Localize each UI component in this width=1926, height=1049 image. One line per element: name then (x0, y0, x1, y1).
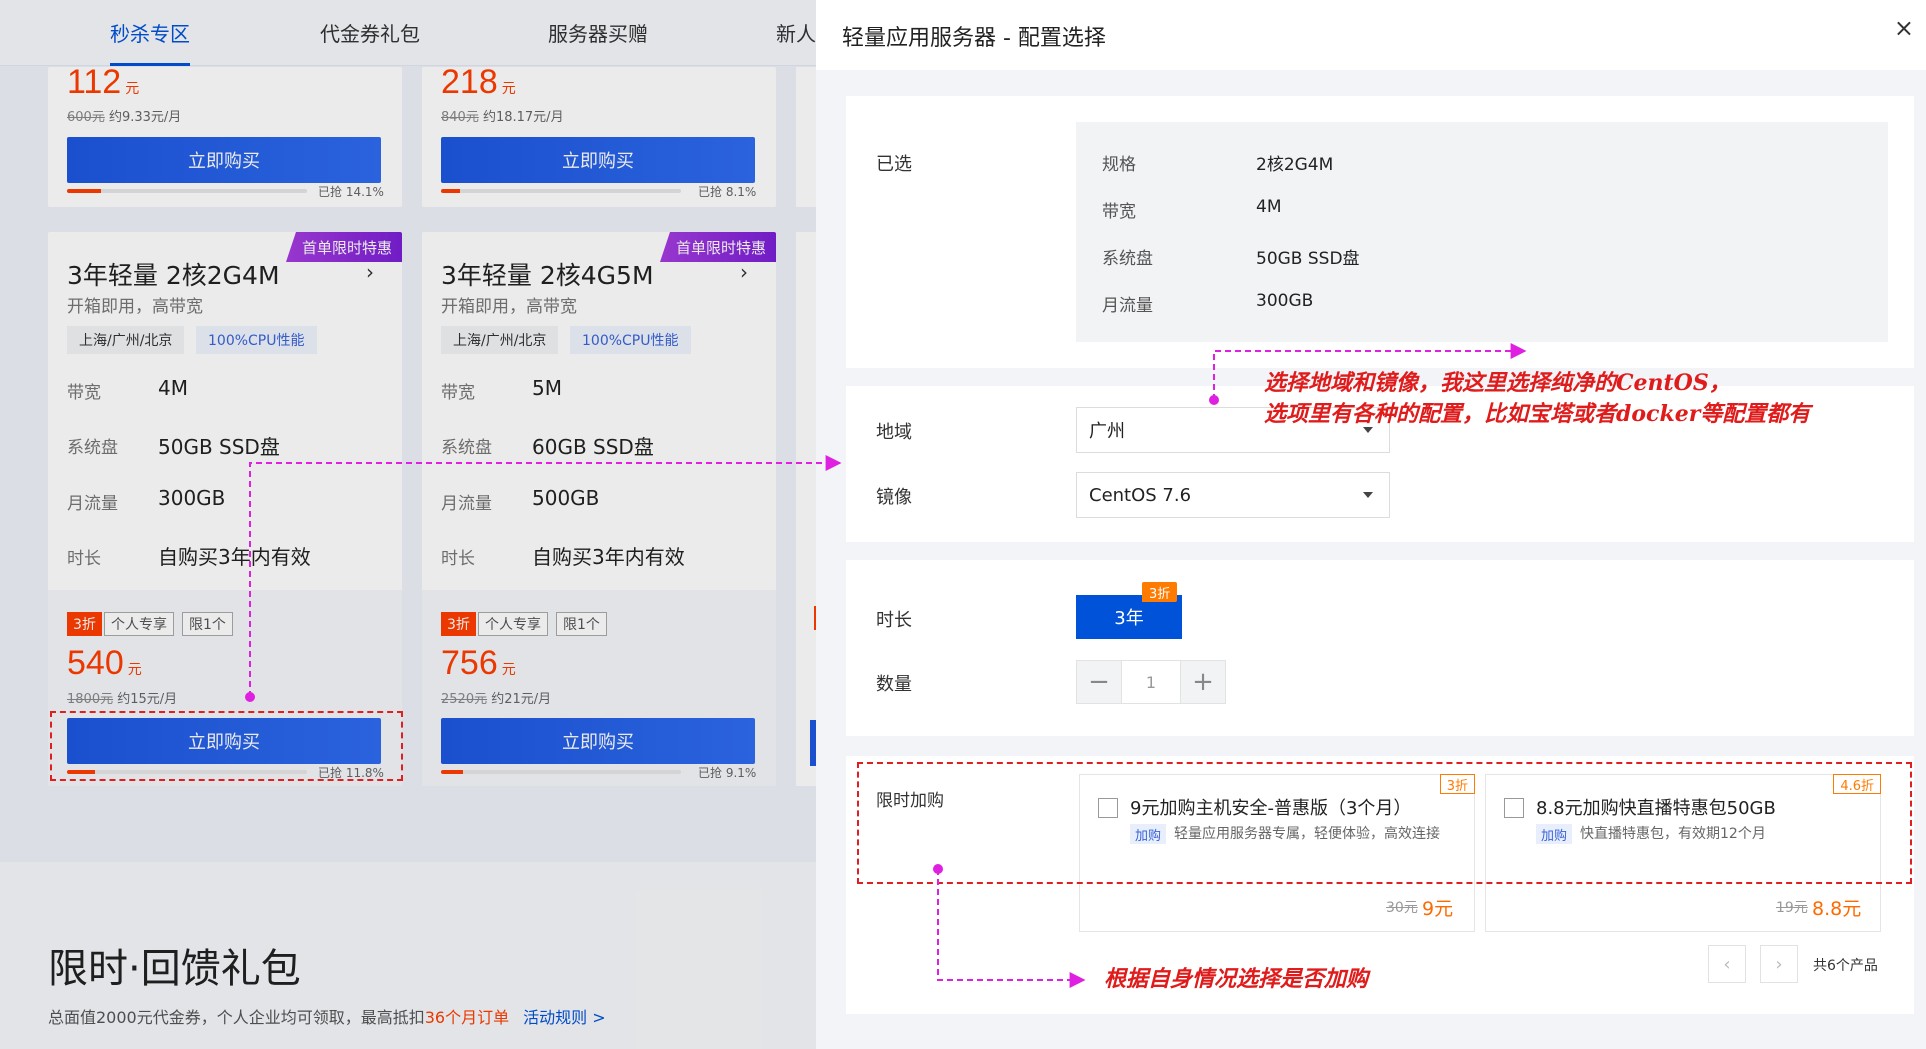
summary-value: 300GB (1256, 291, 1314, 311)
pager-total: 共6个产品 (1813, 958, 1878, 974)
addon-price: 9元 (1422, 898, 1454, 920)
chevron-left-icon[interactable]: ‹ (1708, 945, 1746, 983)
duration-discount-badge: 3折 (1142, 582, 1178, 602)
modal-overlay[interactable] (0, 0, 816, 1049)
annotation-note-region: 选择地域和镜像，我这里选择纯净的CentOS， 选项里有各种的配置，比如宝塔或者… (1264, 370, 1811, 427)
addon-old-price: 30元 (1386, 900, 1418, 916)
summary-value: 4M (1256, 197, 1282, 217)
quantity-value[interactable]: 1 (1121, 661, 1181, 703)
quantity-label: 数量 (876, 674, 912, 695)
selected-label: 已选 (876, 154, 912, 175)
close-icon[interactable]: × (1894, 14, 1914, 42)
drawer-title: 轻量应用服务器 - 配置选择 (842, 26, 1106, 51)
summary-value: 50GB SSD盘 (1256, 249, 1360, 269)
plus-icon[interactable]: + (1181, 661, 1225, 703)
caret-down-icon (1363, 492, 1373, 498)
summary-key: 带宽 (1102, 202, 1136, 222)
summary-key: 月流量 (1102, 296, 1153, 316)
chevron-right-icon[interactable]: › (1760, 945, 1798, 983)
drawer-header: 轻量应用服务器 - 配置选择 × (816, 0, 1926, 70)
image-label: 镜像 (876, 487, 912, 508)
selected-summary: 规格 2核2G4M 带宽 4M 系统盘 50GB SSD盘 月流量 300GB (1076, 122, 1888, 342)
addon-old-price: 19元 (1776, 900, 1808, 916)
background-page: 秒杀专区 代金券礼包 服务器买赠 新人 112 元 600元 约9.33元/月 立… (0, 0, 816, 1049)
duration-label: 时长 (876, 610, 912, 631)
annotation-highlight-addon (857, 762, 1912, 884)
region-label: 地域 (876, 422, 912, 443)
region-select-value: 广州 (1089, 421, 1125, 442)
image-select-value: CentOS 7.6 (1089, 484, 1192, 506)
minus-icon[interactable]: − (1077, 661, 1121, 703)
annotation-highlight-buy (50, 711, 403, 781)
summary-key: 系统盘 (1102, 249, 1153, 269)
annotation-note-addon: 根据自身情况选择是否加购 (1104, 966, 1369, 992)
quantity-stepper: − 1 + (1076, 660, 1226, 704)
image-select[interactable]: CentOS 7.6 (1076, 472, 1390, 518)
summary-value: 2核2G4M (1256, 155, 1334, 175)
addon-price: 8.8元 (1812, 898, 1862, 920)
duration-panel: 时长 数量 (846, 560, 1914, 736)
summary-key: 规格 (1102, 155, 1136, 175)
